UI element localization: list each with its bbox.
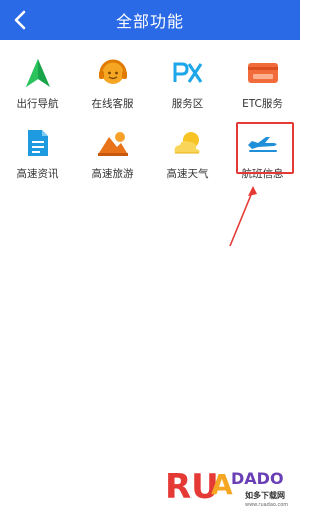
watermark-logo: RU A DADO 如多下载网 www.ruadao.com bbox=[165, 458, 300, 512]
service-area-px-icon bbox=[171, 56, 205, 90]
travel-landscape-icon bbox=[96, 126, 130, 160]
function-label: 高速资讯 bbox=[16, 168, 59, 180]
function-label: ETC服务 bbox=[242, 98, 283, 110]
function-item-news[interactable]: 高速资讯 bbox=[0, 120, 75, 190]
function-item-service-area[interactable]: 服务区 bbox=[150, 50, 225, 120]
svg-text:DADO: DADO bbox=[231, 469, 284, 488]
function-label: 高速旅游 bbox=[91, 168, 134, 180]
function-label: 高速天气 bbox=[166, 168, 209, 180]
function-item-customer-service[interactable]: 在线客服 bbox=[75, 50, 150, 120]
watermark-subtitle: 如多下载网 bbox=[245, 491, 285, 500]
chevron-left-icon bbox=[14, 10, 26, 30]
navigation-arrow-icon bbox=[21, 56, 55, 90]
function-label: 出行导航 bbox=[16, 98, 59, 110]
highlight-box bbox=[236, 122, 294, 174]
annotation-arrow bbox=[229, 186, 257, 247]
customer-service-icon bbox=[96, 56, 130, 90]
app-header: 全部功能 bbox=[0, 0, 300, 40]
watermark-url: www.ruadao.com bbox=[245, 502, 289, 508]
function-item-etc[interactable]: ETC服务 bbox=[225, 50, 300, 120]
document-icon bbox=[21, 126, 55, 160]
function-label: 服务区 bbox=[171, 98, 204, 110]
svg-text:A: A bbox=[211, 468, 233, 501]
function-label: 在线客服 bbox=[91, 98, 134, 110]
page-title: 全部功能 bbox=[115, 12, 184, 31]
back-button[interactable] bbox=[8, 8, 32, 32]
function-item-navigation[interactable]: 出行导航 bbox=[0, 50, 75, 120]
function-item-travel[interactable]: 高速旅游 bbox=[75, 120, 150, 190]
weather-sun-cloud-icon bbox=[171, 126, 205, 160]
etc-card-icon bbox=[246, 56, 280, 90]
function-item-weather[interactable]: 高速天气 bbox=[150, 120, 225, 190]
